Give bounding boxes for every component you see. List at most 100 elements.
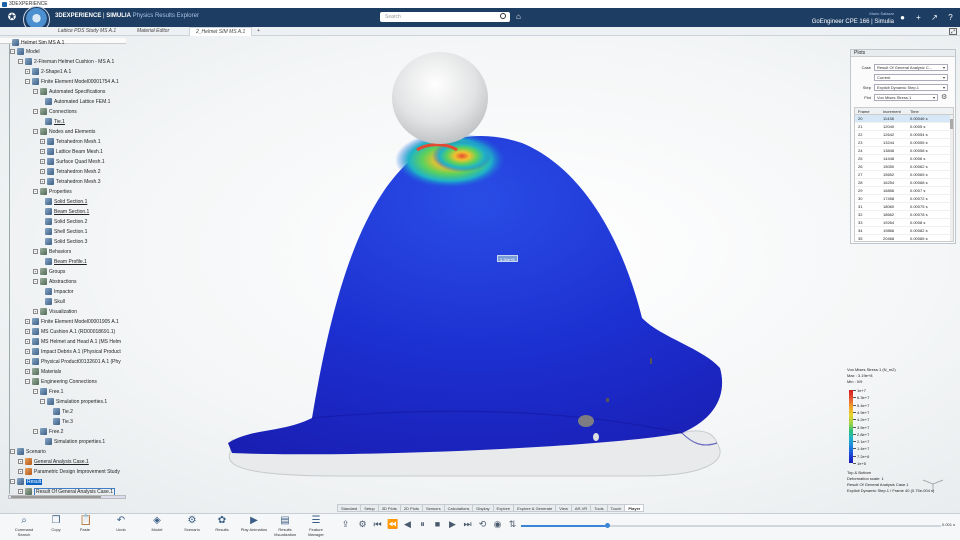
collapse-icon[interactable]: − (25, 79, 30, 85)
section-tab-display[interactable]: Display (472, 504, 494, 512)
tree-node[interactable]: + Tetrahedron Mesh.3 (40, 178, 100, 187)
expand-node-icon[interactable]: + (18, 459, 23, 465)
tree-node[interactable]: + Tetrahedron Mesh.1 (40, 138, 100, 147)
paste-button[interactable]: 📋 Paste (71, 515, 99, 539)
tree-node[interactable]: + Surface Quad Mesh.1 (40, 158, 105, 167)
collapse-icon[interactable]: − (33, 389, 38, 395)
tree-node[interactable]: Impactor (45, 288, 73, 297)
pause-icon[interactable]: ⏸ (417, 517, 428, 531)
expand-icon[interactable]: ⤢ (949, 28, 957, 35)
collapse-icon[interactable]: − (33, 429, 38, 435)
case-select[interactable]: Result Of General Analysic C... ▾ (874, 64, 948, 71)
results-visualization-button[interactable]: ▤ Results Visualization (271, 515, 299, 539)
expand-node-icon[interactable]: + (18, 469, 23, 475)
tree-node[interactable]: − Behaviors (33, 248, 71, 257)
play-animation-button[interactable]: ▶ Play Animation (240, 515, 268, 539)
tree-node[interactable]: − Result (10, 478, 43, 487)
role-selector[interactable]: Mario Salazar GoEngineer CPE 166 | Simul… (808, 10, 894, 26)
export-icon[interactable]: ⇪ (340, 517, 351, 531)
tree-node[interactable]: − Simulation properties.1 (40, 398, 107, 407)
help-icon[interactable]: ? (946, 13, 955, 22)
collapse-icon[interactable]: − (40, 399, 45, 405)
tree-node[interactable]: − Model (10, 48, 40, 57)
tree-node[interactable]: + Parametric Design Improvement Study (18, 468, 120, 477)
settings-icon[interactable]: ⚙ (357, 517, 368, 531)
table-row[interactable]: 20 11438 0.00046 s (855, 115, 951, 123)
plot-select[interactable]: Von Mises Stress.1 ▾ (874, 94, 938, 101)
last-frame-icon[interactable]: ⏭ (462, 517, 473, 531)
tree-node[interactable]: + Physical Product00132601 A.1 (Phy (25, 358, 121, 367)
tree-node[interactable]: + Finite Element Model00001905 A.1 (25, 318, 119, 327)
collapse-icon[interactable]: − (10, 49, 15, 55)
collapse-icon[interactable]: − (33, 249, 38, 255)
section-tab-explore-generate[interactable]: Explore & Generate (513, 504, 557, 512)
section-tab-sensors[interactable]: Sensors (421, 504, 445, 512)
tree-node[interactable]: Automated Lattice FEM.1 (45, 98, 110, 107)
table-row[interactable]: 33 19264 0.0008 s (855, 219, 951, 227)
tree-node[interactable]: Tie.2 (53, 408, 73, 417)
expand-node-icon[interactable]: + (25, 369, 30, 375)
collapse-icon[interactable]: − (33, 109, 38, 115)
section-tab-player[interactable]: Player (624, 504, 645, 512)
section-tab-ar-vr[interactable]: AR-VR (570, 504, 592, 512)
tree-node[interactable]: − Nodes and Elements (33, 128, 95, 137)
table-row[interactable]: 25 14448 0.0006 s (855, 155, 951, 163)
expand-node-icon[interactable]: + (40, 139, 45, 145)
table-row[interactable]: 27 15652 0.00065 s (855, 171, 951, 179)
table-row[interactable]: 29 16856 0.0007 s (855, 187, 951, 195)
section-tab-standard[interactable]: Standard (337, 504, 362, 512)
tree-node[interactable]: − Finite Element Model00001754 A.1 (25, 78, 119, 87)
collapse-icon[interactable]: − (33, 279, 38, 285)
tree-node[interactable]: Beam Section.1 (45, 208, 89, 217)
expand-node-icon[interactable]: + (25, 359, 30, 365)
tree-node[interactable]: Skull (45, 298, 65, 307)
table-row[interactable]: 34 19866 0.00082 s (855, 227, 951, 235)
probe-annotation[interactable]: 3.32e+5 (497, 255, 518, 262)
tab-lattice-study[interactable]: Lattice PDS Study MS A.1 (52, 27, 122, 36)
collapse-icon[interactable]: − (33, 89, 38, 95)
table-row[interactable]: 35 20468 0.00085 s (855, 235, 951, 241)
expand-node-icon[interactable]: + (40, 179, 45, 185)
tree-node[interactable]: + MS Helmet and Head A.1 (MS Helm (25, 338, 121, 347)
tree-node[interactable]: Shell Section.1 (45, 228, 87, 237)
avatar-icon[interactable]: ● (898, 13, 907, 22)
tree-node[interactable]: Solid Section.2 (45, 218, 87, 227)
scenario-button[interactable]: ⚙ Scenario (178, 515, 206, 539)
expand-node-icon[interactable]: + (33, 269, 38, 275)
tree-node[interactable]: − Scenario (10, 448, 46, 457)
tab-add[interactable]: + (251, 27, 266, 36)
collapse-icon[interactable]: − (10, 449, 15, 455)
section-tab-touch[interactable]: Touch (606, 504, 626, 512)
tree-node[interactable]: Solid Section.1 (45, 198, 87, 207)
collapse-icon[interactable]: − (18, 59, 23, 65)
tree-node[interactable]: + Materials (25, 368, 61, 377)
table-row[interactable]: 23 13244 0.00055 s (855, 139, 951, 147)
tree-node[interactable]: + General Analysis Case.1 (18, 458, 89, 467)
section-tab-view[interactable]: View (555, 504, 572, 512)
tree-node[interactable]: Solid Section.3 (45, 238, 87, 247)
table-row[interactable]: 21 12040 0.0005 s (855, 123, 951, 131)
tree-node[interactable]: − Abstractions (33, 278, 77, 287)
first-frame-icon[interactable]: ⏮ (372, 517, 383, 531)
specification-tree[interactable]: Helmet Sim MS A.1 − Model −2-Fireman Helm… (0, 38, 126, 500)
search-button[interactable]: ⌕ Command Search (10, 515, 38, 539)
stop-icon[interactable]: ■ (432, 517, 443, 531)
loop-icon[interactable]: ⟲ (477, 517, 488, 531)
tree-node[interactable]: − Properties (33, 188, 72, 197)
table-row[interactable]: 32 18662 0.00078 s (855, 211, 951, 219)
helmet-model[interactable] (222, 48, 730, 478)
play-icon[interactable]: ▶ (447, 517, 458, 531)
table-row[interactable]: 22 12642 0.00054 s (855, 131, 951, 139)
tree-node[interactable]: + Impact Debris A.1 (Physical Product (25, 348, 121, 357)
section-tab-2d-plots[interactable]: 2D Plots (399, 504, 423, 512)
3ds-logo-icon[interactable]: ✪ (5, 11, 19, 25)
table-row[interactable]: 31 18060 0.00075 s (855, 203, 951, 211)
section-tab-explore[interactable]: Explore (492, 504, 515, 512)
table-scrollbar[interactable] (950, 115, 953, 241)
tree-node[interactable]: − Free.1 (33, 388, 63, 397)
section-tab-calculations[interactable]: Calculations (443, 504, 474, 512)
table-row[interactable]: 24 13846 0.00058 s (855, 147, 951, 155)
search-icon[interactable] (500, 13, 506, 19)
expand-node-icon[interactable]: + (40, 169, 45, 175)
tree-node[interactable]: + MS Cushion A.1 (RD00018691.1) (25, 328, 115, 337)
